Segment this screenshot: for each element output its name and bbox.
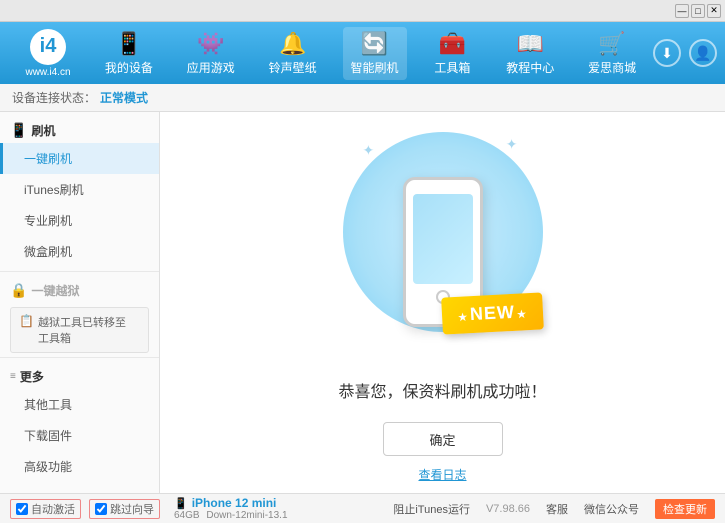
nav-item-app-game-label: 应用游戏 (187, 59, 235, 76)
nav-item-my-device[interactable]: 📱 我的设备 (97, 27, 161, 80)
bottom-right: 阻止iTunes运行 V7.98.66 客服 微信公众号 检查更新 (393, 499, 715, 519)
sidebar-item-advanced[interactable]: 高级功能 (0, 451, 159, 482)
logo-circle: i4 (30, 29, 66, 65)
auto-activate-checkbox-container[interactable]: 自动激活 (10, 499, 81, 519)
sidebar-item-other-tools[interactable]: 其他工具 (0, 389, 159, 420)
sidebar-jailbreak-section: 🔒 一键越狱 (0, 276, 159, 303)
my-device-icon: 📱 (115, 31, 142, 57)
nav-item-my-device-label: 我的设备 (105, 59, 153, 76)
nav-item-smart-flash-label: 智能刷机 (351, 59, 399, 76)
sidebar-flash-section: 📱 刷机 (0, 116, 159, 143)
sparkle-1: ✦ (363, 142, 375, 159)
update-button[interactable]: 检查更新 (655, 499, 715, 519)
jailbreak-section-icon: 🔒 (10, 282, 27, 299)
device-storage: 64GB (174, 510, 200, 521)
sidebar: 📱 刷机 一键刷机 iTunes刷机 专业刷机 微盒刷机 🔒 一键越狱 📋 越狱… (0, 112, 160, 493)
sidebar-item-downgrade-flash[interactable]: 微盒刷机 (0, 236, 159, 267)
lock-icon: 📋 (19, 314, 34, 328)
jailbreak-info: 📋 越狱工具已转移至工具箱 (10, 307, 149, 353)
device-firmware: Down-12mini-13.1 (206, 510, 287, 521)
bottom-bar: 自动激活 跳过向导 📱 iPhone 12 mini 64GB Down-12m… (0, 493, 725, 523)
status-label: 设备连接状态： (12, 89, 96, 106)
itunes-label-container: 阻止iTunes运行 (393, 501, 470, 517)
skip-wizard-checkbox[interactable] (95, 503, 107, 515)
sparkle-2: ✦ (506, 136, 518, 153)
version-label: V7.98.66 (486, 503, 530, 515)
toolbox-icon: 🧰 (439, 31, 466, 57)
app-game-icon: 👾 (197, 31, 224, 57)
minimize-button[interactable]: — (675, 4, 689, 18)
nav-item-app-game[interactable]: 👾 应用游戏 (179, 27, 243, 80)
close-button[interactable]: ✕ (707, 4, 721, 18)
sidebar-item-itunes-flash[interactable]: iTunes刷机 (0, 174, 159, 205)
smart-flash-icon: 🔄 (361, 31, 388, 57)
sidebar-divider-2 (0, 357, 159, 358)
main-content: 📱 刷机 一键刷机 iTunes刷机 专业刷机 微盒刷机 🔒 一键越狱 📋 越狱… (0, 112, 725, 493)
nav-item-ringtone[interactable]: 🔔 铃声壁纸 (261, 27, 325, 80)
flash-section-icon: 📱 (10, 122, 27, 139)
logo-icon: i4 (40, 35, 57, 58)
confirm-button[interactable]: 确定 (383, 422, 503, 456)
sidebar-item-download-firmware[interactable]: 下载固件 (0, 420, 159, 451)
jailbreak-section-label: 一键越狱 (31, 282, 79, 299)
nav-item-store-label: 爱思商城 (588, 59, 636, 76)
service-link[interactable]: 客服 (546, 501, 568, 517)
device-name: iPhone 12 mini (192, 496, 277, 510)
status-value: 正常模式 (100, 89, 148, 106)
new-badge: NEW (441, 292, 544, 334)
nav-item-toolbox[interactable]: 🧰 工具箱 (424, 27, 480, 80)
nav-right-controls: ⬇ 👤 (653, 39, 717, 67)
auto-activate-label: 自动激活 (31, 501, 75, 517)
sidebar-divider-1 (0, 271, 159, 272)
tutorial-icon: 📖 (517, 31, 544, 57)
bottom-left: 自动激活 跳过向导 📱 iPhone 12 mini 64GB Down-12m… (10, 496, 288, 521)
phone-illustration: ✦ ✦ ✦ NEW (333, 122, 553, 362)
title-bar: — □ ✕ (0, 0, 725, 22)
nav-item-tutorial[interactable]: 📖 教程中心 (498, 27, 562, 80)
maximize-button[interactable]: □ (691, 4, 705, 18)
wechat-link[interactable]: 微信公众号 (584, 501, 639, 517)
more-section-icon: ≡ (10, 371, 16, 382)
logo-website: www.i4.cn (25, 67, 70, 78)
success-text: 恭喜您，保资料刷机成功啦！ (338, 378, 546, 402)
download-button[interactable]: ⬇ (653, 39, 681, 67)
auto-activate-checkbox[interactable] (16, 503, 28, 515)
sidebar-item-one-click-flash[interactable]: 一键刷机 (0, 143, 159, 174)
nav-items: 📱 我的设备 👾 应用游戏 🔔 铃声壁纸 🔄 智能刷机 🧰 工具箱 📖 教程中心… (88, 27, 653, 80)
device-icon: 📱 (174, 497, 188, 510)
nav-item-ringtone-label: 铃声壁纸 (269, 59, 317, 76)
center-area: ✦ ✦ ✦ NEW 恭喜您，保资料刷机成功啦！ 确定 查看日志 (160, 112, 725, 493)
more-section-label: 更多 (20, 368, 44, 385)
nav-bar: i4 www.i4.cn 📱 我的设备 👾 应用游戏 🔔 铃声壁纸 🔄 智能刷机… (0, 22, 725, 84)
sidebar-more-section: ≡ 更多 (0, 362, 159, 389)
back-link[interactable]: 查看日志 (418, 466, 466, 483)
nav-item-toolbox-label: 工具箱 (434, 59, 470, 76)
sidebar-item-pro-flash[interactable]: 专业刷机 (0, 205, 159, 236)
flash-section-label: 刷机 (31, 122, 55, 139)
nav-item-tutorial-label: 教程中心 (506, 59, 554, 76)
ringtone-icon: 🔔 (279, 31, 306, 57)
nav-item-smart-flash[interactable]: 🔄 智能刷机 (343, 27, 407, 80)
status-bar: 设备连接状态： 正常模式 (0, 84, 725, 112)
jailbreak-info-text: 越狱工具已转移至工具箱 (38, 314, 126, 346)
itunes-label: 阻止iTunes运行 (393, 501, 470, 517)
nav-item-store[interactable]: 🛒 爱思商城 (580, 27, 644, 80)
device-info: 📱 iPhone 12 mini 64GB Down-12mini-13.1 (174, 496, 288, 521)
app-logo: i4 www.i4.cn (8, 29, 88, 78)
phone-screen (413, 194, 473, 284)
user-button[interactable]: 👤 (689, 39, 717, 67)
store-icon: 🛒 (598, 31, 625, 57)
skip-wizard-checkbox-container[interactable]: 跳过向导 (89, 499, 160, 519)
skip-wizard-label: 跳过向导 (110, 501, 154, 517)
